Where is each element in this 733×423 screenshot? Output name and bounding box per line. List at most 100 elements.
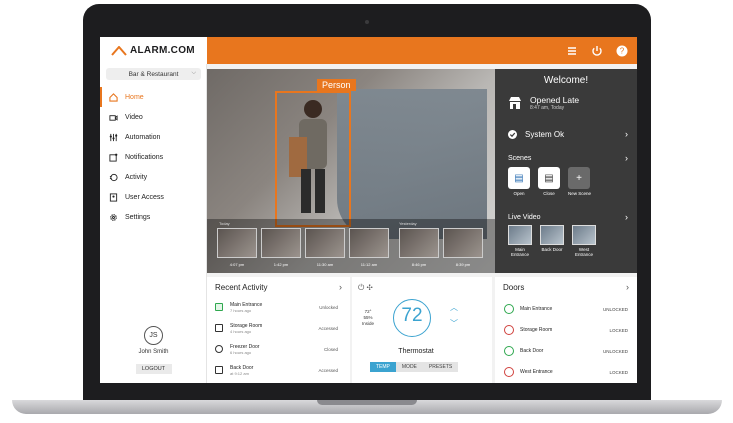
tab-mode[interactable]: MODE	[395, 362, 423, 372]
brand-name: ALARM.COM	[130, 45, 195, 56]
camera-label: Main Entrance	[510, 247, 529, 257]
activity-name: Main Entrance	[230, 301, 263, 308]
list-item[interactable]: Main Entrance 7 hours ago Unlocked	[215, 297, 338, 317]
user-block: JS John Smith LOGOUT	[100, 326, 207, 374]
camera-thumbnail	[572, 225, 596, 245]
timeline-label-yesterday: Yesterday	[399, 221, 417, 226]
access-icon	[215, 324, 223, 332]
chevron-right-icon: ›	[625, 153, 628, 163]
storefront-closed-icon: ▤	[538, 167, 560, 189]
camera-thumbnail	[508, 225, 532, 245]
bell-icon	[109, 153, 118, 162]
logo[interactable]: ALARM.COM	[100, 37, 207, 64]
activity-name: Back Door	[230, 364, 254, 371]
sidebar-item-user-access[interactable]: User Access	[100, 187, 207, 207]
door-row[interactable]: West Entrance LOCKED	[504, 362, 628, 382]
scene-open[interactable]: ▤ Open	[508, 167, 530, 196]
door-row[interactable]: Back Door UNLOCKED	[504, 341, 628, 361]
logout-button[interactable]: LOGOUT	[135, 364, 172, 374]
sidebar-item-label: Notifications	[125, 153, 164, 161]
store-status: Opened Late 8:47 am, Today	[508, 95, 579, 111]
activity-status: Accessed	[318, 367, 338, 373]
timeline-thumb[interactable]	[217, 228, 257, 258]
door-state: UNLOCKED	[602, 348, 628, 354]
gear-icon	[110, 213, 117, 221]
door-row[interactable]: Main Entrance UNLOCKED	[504, 299, 628, 319]
sidebar: Bar & Restaurant ⌵ Home Video Automation…	[100, 64, 207, 383]
laptop-notch	[317, 400, 417, 405]
unlocked-icon	[504, 346, 514, 356]
sidebar-item-home[interactable]: Home	[100, 87, 207, 107]
activity-time: 4 hours ago	[230, 328, 252, 334]
chevron-right-icon[interactable]: ›	[339, 282, 342, 292]
home-icon	[109, 92, 118, 102]
site-selector[interactable]: Bar & Restaurant ⌵	[106, 68, 201, 80]
layers-icon[interactable]	[564, 43, 579, 58]
access-icon	[215, 366, 223, 374]
sidebar-item-label: Settings	[125, 213, 151, 221]
site-selector-value: Bar & Restaurant	[128, 70, 179, 78]
sidebar-item-automation[interactable]: Automation	[100, 127, 207, 147]
scene-new[interactable]: + New Scene	[568, 167, 592, 196]
camera-label: Back Door	[541, 247, 563, 252]
door-state: LOCKED	[609, 369, 628, 375]
door-name: Back Door	[520, 348, 544, 354]
power-icon[interactable]	[589, 43, 604, 58]
chevron-up-icon[interactable]: ︿	[450, 300, 458, 316]
locked-icon	[504, 325, 514, 335]
sidebar-item-notifications[interactable]: Notifications	[100, 147, 207, 167]
thumb-time: 8:46 pm	[411, 262, 427, 267]
tab-presets[interactable]: PRESETS	[422, 362, 459, 372]
system-status-row[interactable]: System Ok ›	[508, 129, 628, 139]
card-title: Doors	[503, 283, 525, 292]
timeline-thumb[interactable]	[443, 228, 483, 258]
timeline-thumb[interactable]	[261, 228, 301, 258]
activity-status: Closed	[323, 346, 338, 352]
video-icon	[109, 114, 118, 121]
timeline-thumb[interactable]	[399, 228, 439, 258]
tab-temp[interactable]: TEMP	[370, 362, 396, 372]
timeline-thumb[interactable]	[349, 228, 389, 258]
inside-readout: 72° 55% Inside	[362, 309, 374, 327]
sidebar-item-settings[interactable]: Settings	[100, 207, 207, 227]
thermostat-setpoint: 72	[401, 305, 423, 326]
scene-close[interactable]: ▤ Close	[538, 167, 560, 196]
sidebar-item-activity[interactable]: Activity	[100, 167, 207, 187]
top-bar: ALARM.COM ?	[100, 37, 637, 64]
scenes-label: Scenes	[508, 154, 532, 162]
door-row[interactable]: Storage Room LOCKED	[504, 320, 628, 340]
avatar[interactable]: JS	[144, 326, 163, 345]
scenes-header[interactable]: Scenes ›	[508, 153, 628, 163]
list-item[interactable]: Back Door at 9:12 am Accessed	[215, 360, 338, 380]
locked-icon	[504, 367, 514, 377]
sidebar-item-label: User Access	[125, 193, 164, 201]
video-player[interactable]: Person Today Yesterday 4:07 pm 1:42 pm 1…	[207, 69, 495, 273]
thumb-time: 1:42 pm	[273, 262, 289, 267]
logo-mark-icon	[111, 45, 127, 56]
chevron-right-icon[interactable]: ›	[626, 282, 629, 292]
list-item[interactable]: Storage Room 4 hours ago Accessed	[215, 318, 338, 338]
help-icon[interactable]: ?	[614, 43, 629, 58]
sidebar-item-label: Home	[125, 93, 144, 101]
camera-thumbnail	[540, 225, 564, 245]
thumb-time: 11:30 am	[316, 262, 334, 267]
scene-label: New Scene	[568, 191, 592, 196]
detection-box	[275, 91, 351, 227]
storefront-icon	[509, 97, 521, 109]
live-video-header[interactable]: Live Video ›	[508, 212, 628, 222]
thermostat-mode-icons[interactable]: ⏻ ✣	[358, 283, 373, 293]
sidebar-item-label: Video	[125, 113, 143, 121]
setpoint-arrows: ︿ ﹀	[450, 300, 458, 332]
camera-main-entrance[interactable]: Main Entrance	[508, 225, 532, 257]
timeline-thumb[interactable]	[305, 228, 345, 258]
list-item[interactable]: Freezer Door 6 hours ago Closed	[215, 339, 338, 359]
camera-west-entrance[interactable]: West Entrance	[572, 225, 596, 257]
timeline-label-today: Today	[219, 221, 230, 226]
scene-buttons: ▤ Open ▤ Close + New Scene	[508, 167, 592, 196]
chevron-down-icon[interactable]: ﹀	[450, 316, 458, 332]
sidebar-nav: Home Video Automation Notifications Acti…	[100, 87, 207, 227]
door-name: West Entrance	[520, 369, 553, 375]
sidebar-item-video[interactable]: Video	[100, 107, 207, 127]
camera-back-door[interactable]: Back Door	[540, 225, 564, 257]
scene-label: Close	[543, 191, 555, 196]
